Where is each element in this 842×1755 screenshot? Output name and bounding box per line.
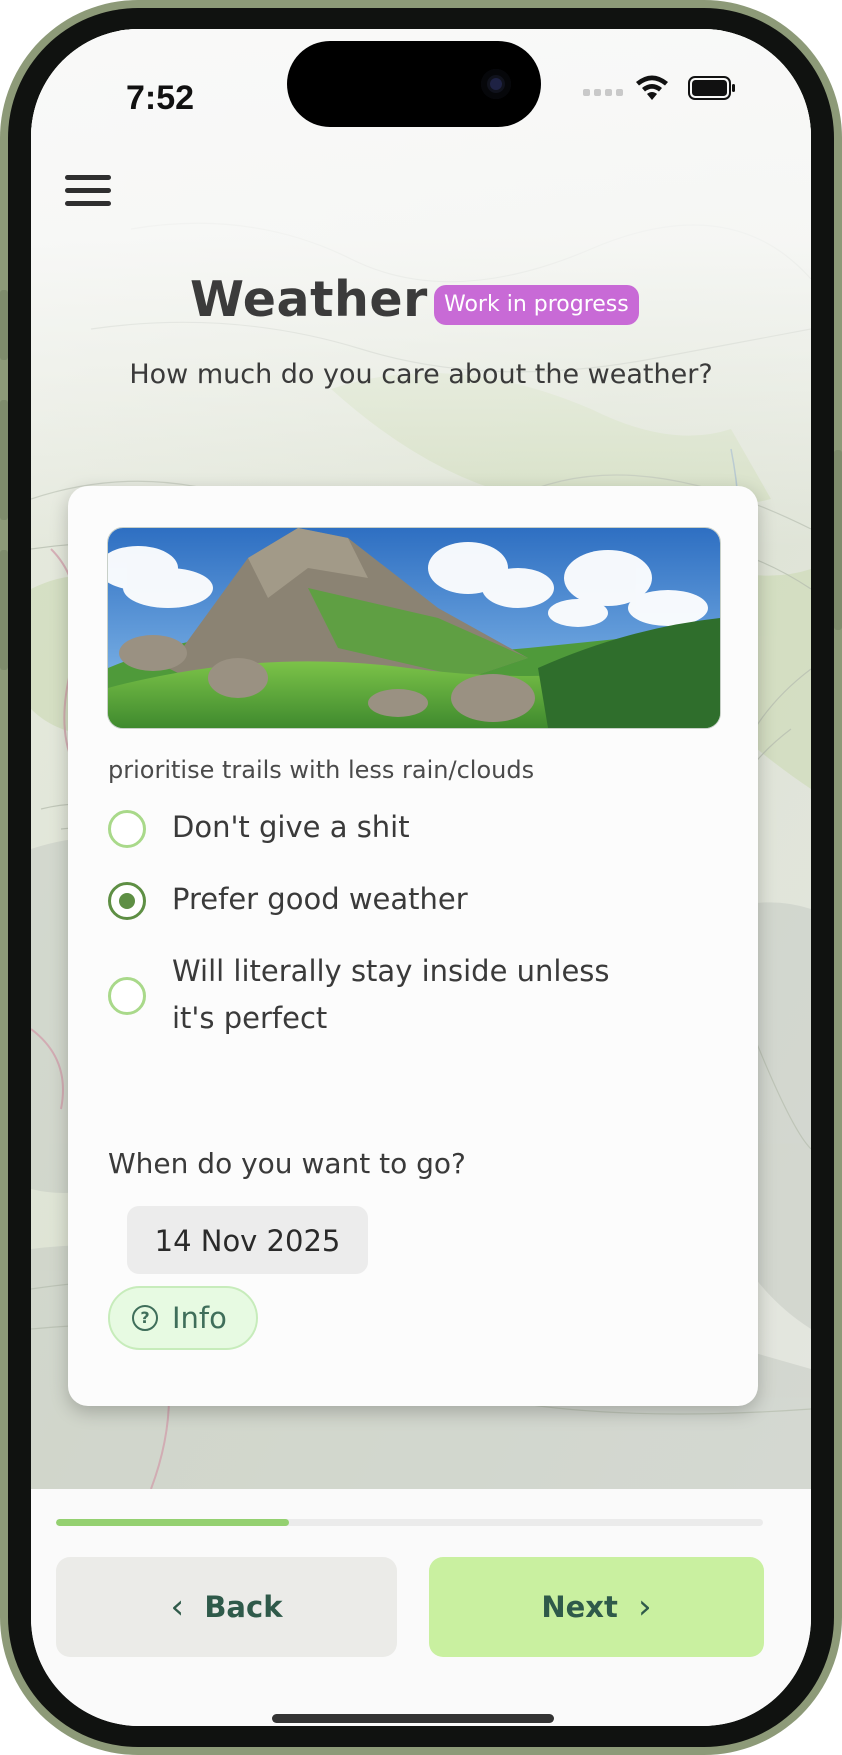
chevron-left-icon: ‹ — [170, 1587, 185, 1627]
chevron-right-icon: › — [638, 1587, 652, 1627]
option-stay-inside[interactable]: Will literally stay inside unless it's p… — [108, 948, 708, 1044]
action-button — [0, 290, 8, 360]
question-icon: ? — [132, 1305, 158, 1331]
screen: 7:52 Weather Work in progress How much d… — [31, 29, 811, 1726]
date-question: When do you want to go? — [108, 1147, 466, 1180]
cellular-signal-icon — [583, 89, 623, 97]
option-prefer-good[interactable]: Prefer good weather — [108, 876, 708, 926]
next-button[interactable]: Next › — [429, 1557, 764, 1657]
battery-icon — [688, 76, 735, 100]
info-button[interactable]: ? Info — [108, 1286, 258, 1350]
wizard-footer: ‹ Back Next › — [31, 1489, 811, 1726]
status-badge: Work in progress — [434, 285, 639, 325]
question-card: prioritise trails with less rain/clouds … — [68, 486, 758, 1406]
option-dont-care[interactable]: Don't give a shit — [108, 804, 708, 854]
progress-fill — [56, 1519, 290, 1526]
volume-up-button — [0, 400, 8, 520]
page-title: Weather — [190, 271, 428, 328]
option-label: Will literally stay inside unless it's p… — [172, 954, 610, 1035]
option-label: Prefer good weather — [172, 882, 468, 916]
radio-prefer-good[interactable] — [108, 882, 146, 920]
option-label: Don't give a shit — [172, 810, 410, 844]
progress-bar — [56, 1519, 763, 1526]
date-picker-button[interactable]: 14 Nov 2025 — [127, 1206, 368, 1274]
info-label: Info — [172, 1301, 227, 1335]
front-camera — [481, 69, 511, 99]
home-indicator — [272, 1714, 554, 1723]
next-label: Next — [541, 1590, 618, 1624]
menu-icon[interactable] — [65, 169, 111, 215]
radio-stay-inside[interactable] — [108, 977, 146, 1015]
volume-down-button — [0, 550, 8, 670]
status-time: 7:52 — [126, 79, 195, 117]
wifi-icon — [636, 75, 668, 100]
back-button[interactable]: ‹ Back — [56, 1557, 397, 1657]
page-question: How much do you care about the weather? — [129, 359, 713, 390]
radio-dont-care[interactable] — [108, 810, 146, 848]
mountain-landscape-image — [107, 527, 721, 729]
option-hint: prioritise trails with less rain/clouds — [108, 756, 535, 784]
power-button — [834, 450, 842, 630]
back-label: Back — [204, 1590, 283, 1624]
